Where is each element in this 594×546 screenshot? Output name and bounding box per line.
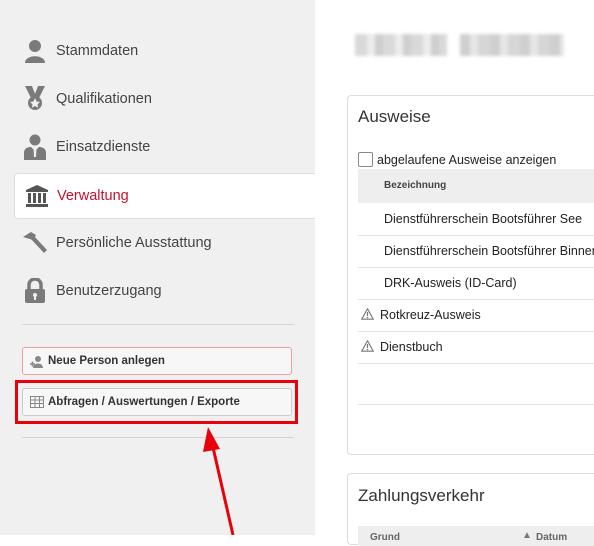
checkbox-label: abgelaufene Ausweise anzeigen — [377, 152, 557, 167]
row-label: Dienstführerschein Bootsführer See — [384, 212, 583, 226]
column-header[interactable]: Datum — [536, 532, 567, 543]
staff-person-icon — [22, 134, 48, 160]
sidebar-item-label: Qualifikationen — [56, 91, 152, 107]
table-bottom-line — [358, 404, 594, 405]
new-person-label: Neue Person anlegen — [48, 355, 165, 367]
blurred-name — [355, 34, 447, 56]
building-icon — [24, 183, 50, 209]
table-row[interactable]: DRK-Ausweis (ID-Card) — [358, 268, 594, 300]
row-label: Rotkreuz-Ausweis — [380, 308, 481, 322]
sidebar-item-stammdaten[interactable]: Stammdaten — [0, 29, 315, 73]
sidebar-item-persoenliche-ausstattung[interactable]: Persönliche Ausstattung — [0, 221, 315, 265]
sidebar: Stammdaten Qualifikationen Einsatzdienst… — [0, 0, 316, 535]
sidebar-item-label: Stammdaten — [56, 43, 139, 59]
medal-icon — [22, 86, 48, 112]
sidebar-item-label: Verwaltung — [57, 188, 129, 204]
column-header[interactable]: Bezeichnung — [384, 180, 446, 191]
blurred-name — [460, 34, 564, 56]
expired-checkbox[interactable] — [358, 152, 373, 167]
column-header[interactable]: Grund — [370, 532, 400, 543]
table-row[interactable]: Dienstbuch — [358, 332, 594, 364]
zahlungsverkehr-panel: Zahlungsverkehr Grund ▲ Datum — [347, 473, 594, 546]
table-row[interactable]: Dienstführerschein Bootsführer Binnen — [358, 236, 594, 268]
panel-title: Zahlungsverkehr — [358, 486, 485, 505]
table-row[interactable]: Dienstführerschein Bootsführer See — [358, 204, 594, 236]
sidebar-item-qualifikationen[interactable]: Qualifikationen — [0, 77, 315, 121]
sidebar-divider — [22, 437, 294, 438]
ausweise-panel: Ausweise abgelaufene Ausweise anzeigen B… — [347, 95, 594, 455]
row-label: DRK-Ausweis (ID-Card) — [384, 276, 517, 290]
add-person-icon — [30, 355, 44, 368]
hammer-icon — [22, 230, 48, 256]
sidebar-item-einsatzdienste[interactable]: Einsatzdienste — [0, 125, 315, 169]
row-label: Dienstführerschein Bootsführer Binnen — [384, 244, 594, 258]
row-label: Dienstbuch — [380, 340, 443, 354]
table-row[interactable]: Rotkreuz-Ausweis — [358, 300, 594, 332]
arrow-annotation — [203, 427, 235, 535]
sort-icon: ▲ — [522, 530, 532, 541]
table-header: Grund ▲ Datum — [358, 526, 594, 546]
sidebar-item-benutzerzugang[interactable]: Benutzerzugang — [0, 269, 315, 313]
sidebar-item-verwaltung[interactable]: Verwaltung — [14, 173, 316, 219]
sidebar-item-label: Einsatzdienste — [56, 139, 151, 155]
panel-title: Ausweise — [358, 107, 431, 126]
new-person-button[interactable]: Neue Person anlegen — [22, 347, 292, 375]
table-header: Bezeichnung — [358, 169, 594, 203]
warning-icon — [360, 307, 375, 323]
sidebar-item-label: Benutzerzugang — [56, 283, 162, 299]
warning-icon — [360, 339, 375, 355]
expired-checkbox-row[interactable]: abgelaufene Ausweise anzeigen — [358, 152, 556, 167]
lock-icon — [22, 278, 48, 304]
sidebar-divider — [22, 324, 294, 325]
highlight-box — [15, 380, 298, 424]
person-icon — [22, 38, 48, 64]
main-content: Ausweise abgelaufene Ausweise anzeigen B… — [315, 0, 594, 546]
sidebar-item-label: Persönliche Ausstattung — [56, 235, 212, 251]
